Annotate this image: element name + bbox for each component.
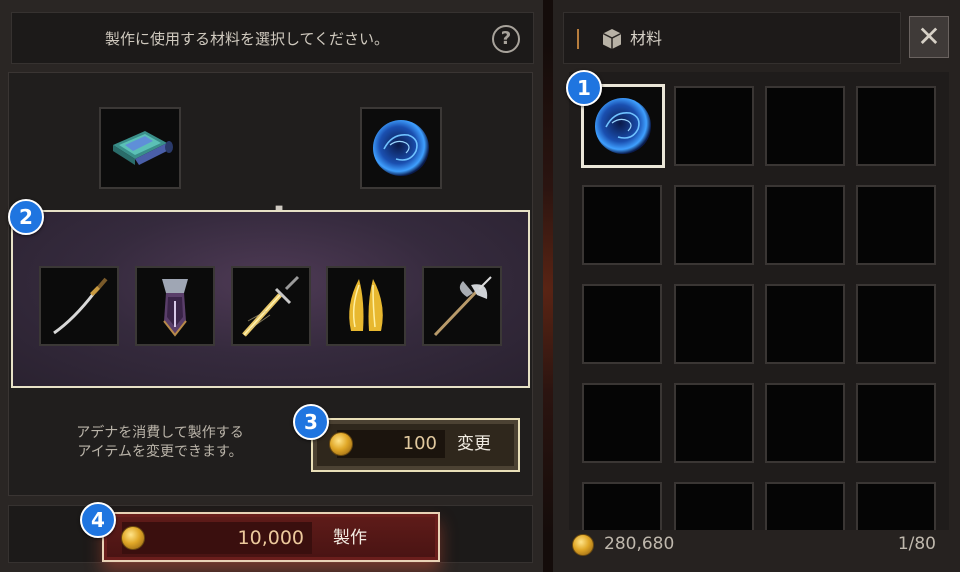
change-hint: アデナを消費して製作する アイテムを変更できます。: [40, 424, 280, 462]
inventory-slot[interactable]: [856, 185, 936, 265]
instruction-text: 製作に使用する材料を選択してください。: [104, 30, 390, 48]
result-slot-halberd[interactable]: [422, 266, 502, 346]
change-hint-line2: アイテムを変更できます。: [77, 444, 243, 460]
inventory-slot[interactable]: [856, 284, 936, 364]
adena-coin-icon: [572, 534, 594, 556]
inventory-slot[interactable]: [765, 284, 845, 364]
craftable-items-box: [11, 210, 530, 388]
golden-claws-icon: [349, 279, 383, 331]
change-label: 変更: [457, 434, 491, 454]
sword-icon: [242, 275, 300, 337]
scroll-icon: [113, 131, 173, 165]
change-cost-well: 100: [337, 430, 445, 458]
change-button-inner: 100 変更: [317, 424, 514, 466]
callout-badge-1: 1: [566, 70, 602, 106]
instruction-bar: 製作に使用する材料を選択してください。 ?: [11, 12, 534, 64]
callout-badge-3: 3: [293, 404, 329, 440]
material-slot-scroll[interactable]: [99, 107, 181, 189]
inventory-slot[interactable]: [856, 482, 936, 530]
slot-count: 1/80: [897, 534, 936, 554]
katana-icon: [53, 277, 108, 335]
inventory-slot[interactable]: [765, 383, 845, 463]
inventory-slot[interactable]: [582, 284, 662, 364]
result-slot-katana[interactable]: [39, 266, 119, 346]
close-button[interactable]: ✕: [909, 16, 949, 58]
inventory-slot[interactable]: [582, 482, 662, 530]
inventory-slot[interactable]: [856, 383, 936, 463]
inventory-slot[interactable]: [582, 383, 662, 463]
callout-badge-2: 2: [8, 199, 44, 235]
craft-panel: 製作に使用する材料を選択してください。 ? +: [0, 0, 543, 572]
craft-button[interactable]: 10,000 製作: [102, 512, 440, 562]
gold-amount: 280,680: [604, 534, 675, 554]
change-cost: 100: [402, 433, 437, 454]
inventory-slot[interactable]: [765, 482, 845, 530]
result-slot-claws[interactable]: [326, 266, 406, 346]
craft-label: 製作: [333, 528, 367, 548]
inventory-header: 材料: [563, 12, 901, 64]
inventory-slot[interactable]: [674, 185, 754, 265]
inventory-slot[interactable]: [856, 86, 936, 166]
header-accent: [577, 29, 579, 49]
app-root: 製作に使用する材料を選択してください。 ? +: [0, 0, 960, 572]
inventory-title: 材料: [630, 29, 663, 48]
change-item-button[interactable]: 100 変更: [311, 418, 520, 472]
adena-coin-icon: [329, 432, 353, 456]
inventory-slot[interactable]: [582, 185, 662, 265]
gauntlet-icon: [162, 279, 188, 337]
change-hint-line1: アデナを消費して製作する: [76, 425, 244, 441]
inventory-slot[interactable]: [674, 86, 754, 166]
blue-orb-icon: [373, 120, 429, 176]
craft-cost: 10,000: [237, 527, 304, 549]
inventory-slot[interactable]: [765, 185, 845, 265]
help-button[interactable]: ?: [492, 25, 520, 53]
craft-cost-well: 10,000: [122, 522, 312, 554]
result-slot-sword[interactable]: [231, 266, 311, 346]
adena-coin-icon: [121, 526, 145, 550]
craft-button-inner: 10,000 製作: [107, 517, 435, 557]
result-slot-gauntlet[interactable]: [135, 266, 215, 346]
halberd-icon: [433, 276, 492, 337]
material-slot-orb[interactable]: [360, 107, 442, 189]
inventory-slot[interactable]: [674, 284, 754, 364]
inventory-slot[interactable]: [674, 482, 754, 530]
inventory-slot[interactable]: [674, 383, 754, 463]
callout-badge-4: 4: [80, 502, 116, 538]
inventory-panel: 材料 ✕: [553, 0, 960, 572]
blue-orb-icon: [595, 98, 651, 154]
inventory-slot[interactable]: [765, 86, 845, 166]
box-icon: [602, 29, 622, 49]
inventory-grid: [569, 72, 949, 530]
